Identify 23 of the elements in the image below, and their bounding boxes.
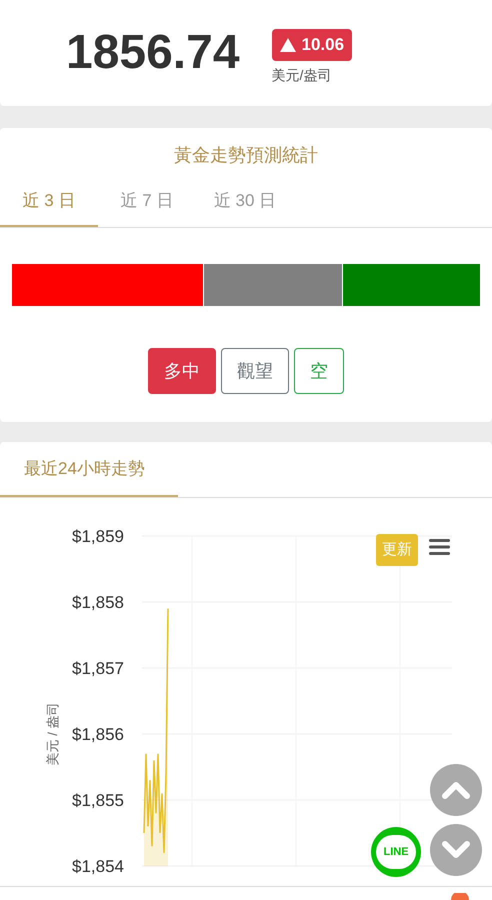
period-tab[interactable]: 近 7 日	[98, 176, 196, 227]
trend-tab[interactable]: 最近24小時走勢	[0, 442, 178, 497]
menu-icon[interactable]	[429, 539, 450, 555]
unit-label: 美元/盎司	[272, 66, 332, 84]
forecast-button[interactable]: 空	[294, 348, 344, 394]
axis-tick-label: $1,858	[72, 593, 124, 612]
chevron-up-icon	[442, 781, 470, 799]
axis-tick-label: $1,856	[72, 725, 124, 744]
period-tab[interactable]: 近 3 日	[0, 176, 98, 227]
axis-tick-label: $1,859	[72, 527, 124, 546]
refresh-button[interactable]: 更新	[376, 534, 418, 566]
forecast-button[interactable]: 觀望	[221, 348, 289, 394]
axis-tick-label: $1,857	[72, 659, 124, 678]
chevron-down-icon	[442, 841, 470, 859]
axis-tick-label: $1,854	[72, 857, 124, 876]
price-value: 1856.74	[66, 25, 240, 81]
axis-tick-label: $1,855	[72, 791, 124, 810]
period-tab[interactable]: 近 30 日	[196, 176, 294, 227]
forecast-title: 黃金走勢預測統計	[173, 144, 319, 167]
axis-title: 美元 / 盎司	[45, 702, 60, 766]
change-badge: 10.06	[272, 28, 352, 60]
forecast-button[interactable]: 多中	[148, 348, 216, 394]
up-triangle-icon	[280, 38, 296, 52]
